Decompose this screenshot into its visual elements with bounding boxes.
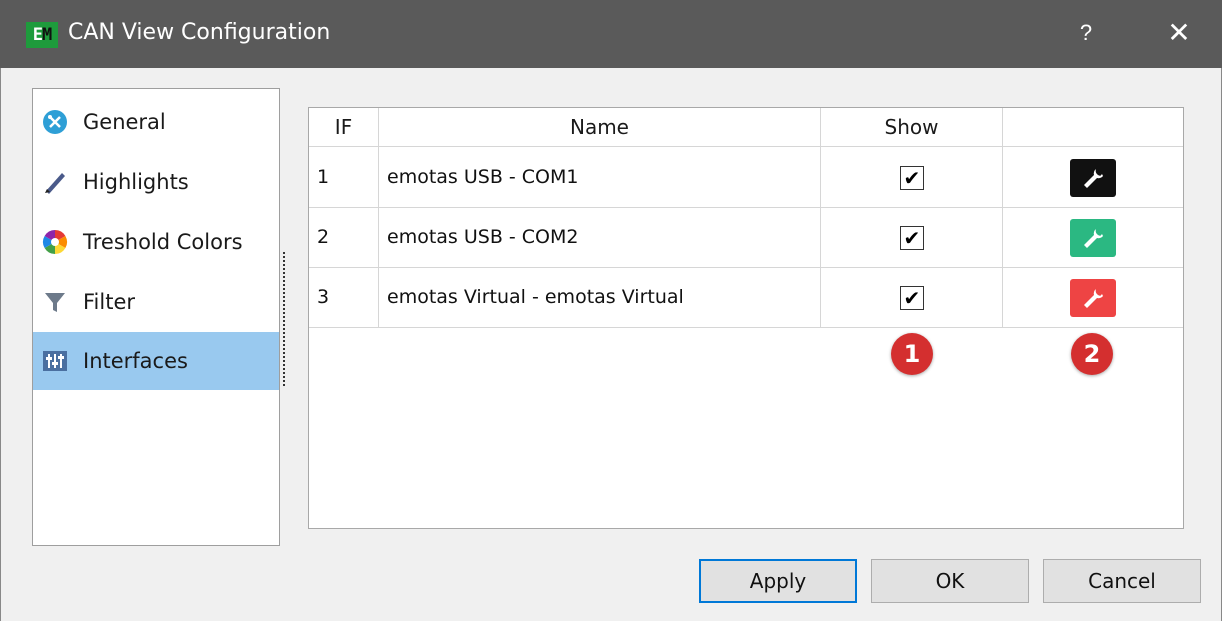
wrench-icon bbox=[1084, 288, 1103, 308]
annotation-badge-2: 2 bbox=[1071, 333, 1113, 375]
config-cell bbox=[1003, 267, 1183, 327]
cancel-button[interactable]: Cancel bbox=[1043, 559, 1201, 603]
if-cell: 3 bbox=[309, 267, 379, 327]
configure-interface-button[interactable] bbox=[1070, 278, 1116, 317]
nav-item-label: Highlights bbox=[83, 170, 189, 194]
check-mark-icon: ✔ bbox=[903, 285, 921, 310]
show-cell: ✔ bbox=[821, 267, 1003, 327]
nav-item-treshold-colors[interactable]: Treshold Colors bbox=[33, 213, 279, 271]
column-header-show[interactable]: Show bbox=[821, 108, 1003, 146]
if-cell: 1 bbox=[309, 147, 379, 207]
column-header-config[interactable] bbox=[1003, 108, 1183, 146]
ok-button[interactable]: OK bbox=[871, 559, 1029, 603]
annotation-badge-1: 1 bbox=[891, 333, 933, 375]
table-row[interactable]: 2 emotas USB - COM2 ✔ bbox=[309, 207, 1183, 268]
wrench-icon bbox=[1084, 228, 1103, 248]
name-cell: emotas USB - COM2 bbox=[379, 207, 821, 267]
if-cell: 2 bbox=[309, 207, 379, 267]
nav-item-highlights[interactable]: Highlights bbox=[33, 153, 279, 211]
nav-item-label: General bbox=[83, 110, 166, 134]
funnel-icon bbox=[41, 288, 69, 316]
nav-item-label: Interfaces bbox=[83, 349, 188, 373]
panel-splitter[interactable] bbox=[283, 252, 287, 386]
table-row[interactable]: 3 emotas Virtual - emotas Virtual ✔ bbox=[309, 267, 1183, 328]
check-mark-icon: ✔ bbox=[903, 165, 921, 190]
show-checkbox[interactable]: ✔ bbox=[899, 165, 924, 190]
configure-interface-button[interactable] bbox=[1070, 158, 1116, 197]
column-header-name[interactable]: Name bbox=[379, 108, 821, 146]
title-bar: EM CAN View Configuration ? ✕ bbox=[0, 0, 1222, 68]
config-cell bbox=[1003, 147, 1183, 207]
nav-item-interfaces[interactable]: Interfaces bbox=[33, 332, 279, 390]
configure-interface-button[interactable] bbox=[1070, 218, 1116, 257]
nav-item-filter[interactable]: Filter bbox=[33, 273, 279, 331]
show-checkbox[interactable]: ✔ bbox=[899, 225, 924, 250]
name-cell: emotas Virtual - emotas Virtual bbox=[379, 267, 821, 327]
general-settings-icon bbox=[41, 108, 69, 136]
color-wheel-icon bbox=[41, 228, 69, 256]
table-header: IF Name Show bbox=[309, 108, 1183, 147]
wrench-icon bbox=[1084, 168, 1103, 188]
check-mark-icon: ✔ bbox=[903, 225, 921, 250]
help-button[interactable]: ? bbox=[1074, 20, 1098, 48]
interfaces-table: IF Name Show 1 emotas USB - COM1 ✔ 2 emo… bbox=[308, 107, 1184, 529]
close-button[interactable]: ✕ bbox=[1164, 18, 1194, 48]
sliders-icon bbox=[41, 347, 69, 375]
show-checkbox[interactable]: ✔ bbox=[899, 285, 924, 310]
show-cell: ✔ bbox=[821, 147, 1003, 207]
app-logo-icon: EM bbox=[26, 22, 58, 48]
nav-item-label: Treshold Colors bbox=[83, 230, 243, 254]
pen-icon bbox=[41, 168, 69, 196]
category-list: General Highlights Treshold Colors Filte… bbox=[32, 88, 280, 546]
config-cell bbox=[1003, 207, 1183, 267]
table-row[interactable]: 1 emotas USB - COM1 ✔ bbox=[309, 147, 1183, 208]
apply-button[interactable]: Apply bbox=[699, 559, 857, 603]
name-cell: emotas USB - COM1 bbox=[379, 147, 821, 207]
column-header-if[interactable]: IF bbox=[309, 108, 379, 146]
nav-item-label: Filter bbox=[83, 290, 136, 314]
show-cell: ✔ bbox=[821, 207, 1003, 267]
nav-item-general[interactable]: General bbox=[33, 93, 279, 151]
window-title: CAN View Configuration bbox=[68, 20, 331, 45]
